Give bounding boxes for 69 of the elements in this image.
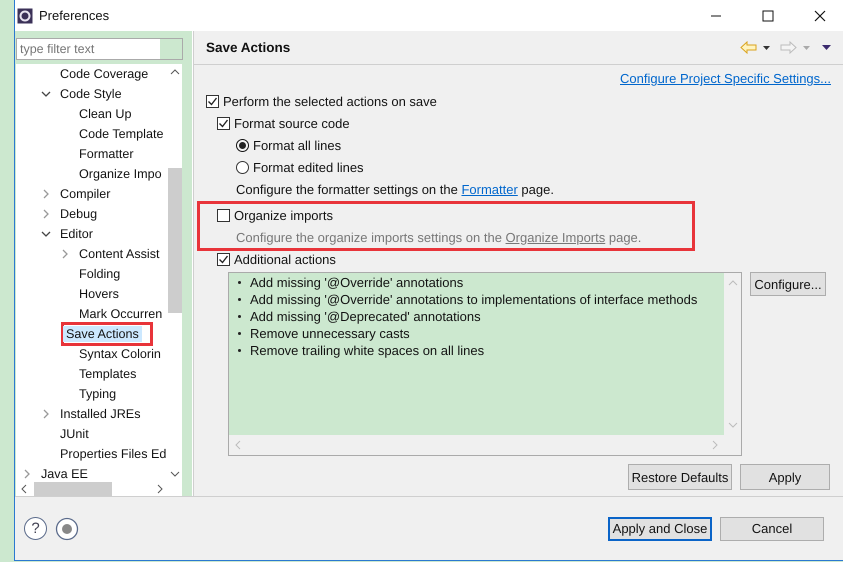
radio-button[interactable]: Format all lines <box>236 134 831 156</box>
hint-text: Configure the organize imports settings on the Organize Imports page. <box>236 228 642 247</box>
view-menu-icon[interactable] <box>822 45 831 50</box>
tree-item[interactable]: Mark Occurren <box>76 306 166 322</box>
help-icon[interactable]: ? <box>24 517 47 540</box>
checkbox[interactable]: Organize imports <box>217 204 692 226</box>
window-title: Preferences <box>39 8 110 23</box>
tree-item[interactable]: Clean Up <box>76 106 135 122</box>
tree-item[interactable]: JUnit <box>57 426 92 442</box>
tree-item[interactable]: Typing <box>76 386 120 402</box>
checkmark-icon <box>218 118 229 128</box>
tree-item[interactable]: Code Template <box>76 126 166 142</box>
apply-and-close-button[interactable]: Apply and Close <box>608 516 712 540</box>
dropdown-icon[interactable] <box>763 46 770 50</box>
tree-item[interactable]: Java EE <box>38 466 91 482</box>
link[interactable]: Formatter <box>461 182 518 196</box>
hint-text: Configure the formatter settings on the Formatter page. <box>236 180 555 199</box>
tree-item[interactable]: Debug <box>57 206 100 222</box>
configure-button[interactable]: Configure... <box>750 272 826 296</box>
scroll-left-icon[interactable] <box>20 484 28 494</box>
tree-item[interactable]: Formatter <box>76 146 137 162</box>
collapse-chevron-icon[interactable] <box>41 189 51 199</box>
checkmark-icon <box>207 96 218 106</box>
restore-defaults-button[interactable]: Restore Defaults <box>628 464 732 490</box>
list-item: Remove unnecessary casts <box>229 325 724 342</box>
tree-item[interactable]: Code Coverage <box>57 66 152 82</box>
record-icon[interactable] <box>55 516 79 540</box>
close-icon[interactable] <box>814 10 826 22</box>
radio-circle-icon[interactable] <box>236 138 249 152</box>
maximize-icon[interactable] <box>762 10 774 22</box>
tree-item[interactable]: Code Style <box>57 86 125 102</box>
checkmark-icon <box>218 254 229 264</box>
tree-item[interactable]: Templates <box>76 366 140 382</box>
radio-button[interactable]: Format edited lines <box>236 156 831 178</box>
project-settings-link[interactable]: Configure Project Specific Settings... <box>620 71 831 87</box>
tree-item[interactable]: Syntax Colorin <box>76 346 164 362</box>
forward-arrow-icon[interactable] <box>780 41 797 54</box>
tree-item[interactable]: Compiler <box>57 186 114 202</box>
expand-chevron-icon[interactable] <box>41 229 51 239</box>
scroll-up-icon[interactable] <box>170 68 180 76</box>
expand-chevron-icon[interactable] <box>41 89 51 99</box>
filter-field[interactable]: type filter text <box>16 38 183 60</box>
list-item: Remove trailing white spaces on all lines <box>229 342 724 359</box>
tree-item[interactable]: Properties Files Ed <box>57 446 168 462</box>
checkbox[interactable]: Format source code <box>217 112 831 134</box>
collapse-chevron-icon[interactable] <box>41 209 51 219</box>
app-icon <box>17 8 33 24</box>
checkbox[interactable]: Additional actions <box>217 248 831 270</box>
collapse-chevron-icon[interactable] <box>41 409 51 419</box>
list-item: Add missing '@Override' annotations to implementations of interface methods <box>229 291 724 308</box>
checkbox[interactable]: Perform the selected actions on save <box>206 90 831 112</box>
tree-item[interactable]: Folding <box>76 266 124 282</box>
radio-circle-icon[interactable] <box>236 160 249 174</box>
back-arrow-icon[interactable] <box>740 41 757 54</box>
scroll-down-icon[interactable] <box>170 470 180 478</box>
collapse-chevron-icon[interactable] <box>60 249 70 259</box>
apply-button[interactable]: Apply <box>740 464 830 490</box>
tree-item[interactable]: Organize Impo <box>76 166 165 182</box>
list-item: Add missing '@Deprecated' annotations <box>229 308 724 325</box>
tree-item[interactable]: Save Actions <box>63 326 142 342</box>
list-item: Add missing '@Override' annotations <box>229 274 724 291</box>
tree-item[interactable]: Editor <box>57 226 96 242</box>
page-title: Save Actions <box>206 40 290 55</box>
collapse-chevron-icon[interactable] <box>22 469 32 479</box>
tree-item[interactable]: Hovers <box>76 286 122 302</box>
cancel-button[interactable]: Cancel <box>720 516 824 540</box>
tree-item[interactable]: Content Assist <box>76 246 163 262</box>
tree-item[interactable]: Installed JREs <box>57 406 144 422</box>
scroll-right-icon[interactable] <box>156 484 164 494</box>
